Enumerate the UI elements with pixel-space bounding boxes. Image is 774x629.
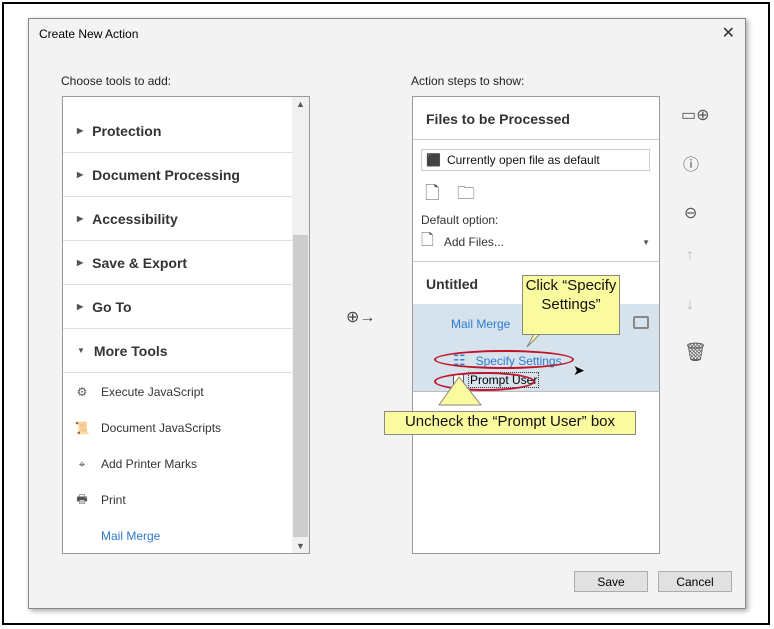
category-label: Accessibility bbox=[92, 210, 178, 227]
scrollbar[interactable]: ▲ ▼ bbox=[292, 97, 309, 553]
default-option-label: Default option: bbox=[421, 213, 499, 227]
action-steps-label: Action steps to show: bbox=[411, 74, 525, 88]
document-javascripts-icon: 📜 bbox=[74, 421, 90, 435]
tool-label: Mail Merge bbox=[101, 529, 161, 543]
callout-uncheck-prompt-user: Uncheck the “Prompt User” box bbox=[384, 411, 636, 435]
category-protection[interactable]: ▶ Protection bbox=[63, 109, 292, 153]
callout-click-specify-settings: Click “Specify Settings” bbox=[522, 275, 620, 335]
chevron-right-icon: ▶ bbox=[77, 170, 84, 179]
category-save-export[interactable]: ▶ Save & Export bbox=[63, 241, 292, 285]
add-instruction-icon[interactable]: ⓘ bbox=[683, 151, 699, 175]
file-source-field[interactable]: ⬛ Currently open file as default bbox=[421, 149, 650, 171]
category-label: Save & Export bbox=[92, 254, 188, 271]
print-icon: 🖶 bbox=[76, 491, 88, 506]
save-button[interactable]: Save bbox=[574, 571, 648, 592]
tool-label: Document JavaScripts bbox=[101, 421, 222, 435]
scroll-down-icon[interactable]: ▼ bbox=[292, 541, 309, 551]
category-label: More Tools bbox=[93, 342, 168, 359]
create-new-action-dialog: Create New Action ✕ Choose tools to add:… bbox=[28, 18, 746, 609]
add-folder-icon[interactable]: 🗀 bbox=[457, 181, 475, 211]
category-label: Go To bbox=[92, 298, 132, 315]
add-to-actions-icon[interactable]: ⊕→ bbox=[346, 307, 375, 327]
scroll-up-icon[interactable]: ▲ bbox=[292, 97, 309, 109]
printer-marks-icon: ⌖ bbox=[78, 456, 86, 471]
tool-label: Print bbox=[101, 493, 126, 507]
add-step-icon[interactable]: ▭⊕ bbox=[681, 105, 710, 125]
tool-label: Add Printer Marks bbox=[101, 457, 198, 471]
tool-mail-merge[interactable]: Mail Merge bbox=[63, 518, 292, 553]
tool-print[interactable]: 🖶 Print bbox=[63, 482, 292, 518]
category-more-tools[interactable]: ▼ More Tools bbox=[63, 329, 292, 373]
default-option-value: Add Files... bbox=[443, 235, 504, 249]
move-up-icon[interactable]: ↑ bbox=[686, 247, 694, 265]
chevron-right-icon: ▶ bbox=[77, 214, 84, 223]
category-accessibility[interactable]: ▶ Accessibility bbox=[63, 197, 292, 241]
chevron-right-icon: ▶ bbox=[77, 302, 84, 311]
execute-javascript-icon: ⚙ bbox=[76, 385, 88, 399]
add-files-icon: 🗋 bbox=[421, 231, 434, 249]
tools-list: ▶ Protection ▶ Document Processing ▶ Access… bbox=[62, 96, 310, 554]
cancel-button[interactable]: Cancel bbox=[658, 571, 732, 592]
category-go-to[interactable]: ▶ Go To bbox=[63, 285, 292, 329]
tool-label: Execute JavaScript bbox=[101, 385, 204, 399]
scrollbar-thumb[interactable] bbox=[293, 235, 308, 537]
add-separator-icon[interactable]: ⊖ bbox=[684, 203, 697, 223]
move-down-icon[interactable]: ↓ bbox=[686, 296, 694, 314]
tool-add-printer-marks[interactable]: ⌖ Add Printer Marks bbox=[63, 446, 292, 482]
default-option-dropdown[interactable]: 🗋 Add Files... ▼ bbox=[421, 231, 650, 253]
file-source-value: Currently open file as default bbox=[446, 153, 600, 167]
choose-tools-label: Choose tools to add: bbox=[61, 74, 172, 88]
dropdown-arrow-icon: ▼ bbox=[642, 237, 650, 247]
pdf-icon: ⬛ bbox=[426, 153, 441, 167]
chevron-right-icon: ▶ bbox=[77, 258, 84, 267]
dialog-title: Create New Action bbox=[39, 27, 139, 41]
chevron-right-icon: ▶ bbox=[77, 126, 84, 135]
chevron-down-icon: ▼ bbox=[77, 346, 85, 355]
delete-icon[interactable]: 🗑 bbox=[684, 342, 707, 363]
category-label: Document Processing bbox=[92, 166, 240, 183]
category-document-processing[interactable]: ▶ Document Processing bbox=[63, 153, 292, 197]
tool-document-javascripts[interactable]: 📜 Document JavaScripts bbox=[63, 410, 292, 446]
category-label: Protection bbox=[92, 122, 162, 139]
add-file-icon[interactable]: 🗋 bbox=[425, 181, 439, 211]
close-icon[interactable]: ✕ bbox=[722, 23, 735, 43]
files-header: Files to be Processed bbox=[426, 111, 570, 127]
tool-execute-javascript[interactable]: ⚙ Execute JavaScript bbox=[63, 374, 292, 410]
